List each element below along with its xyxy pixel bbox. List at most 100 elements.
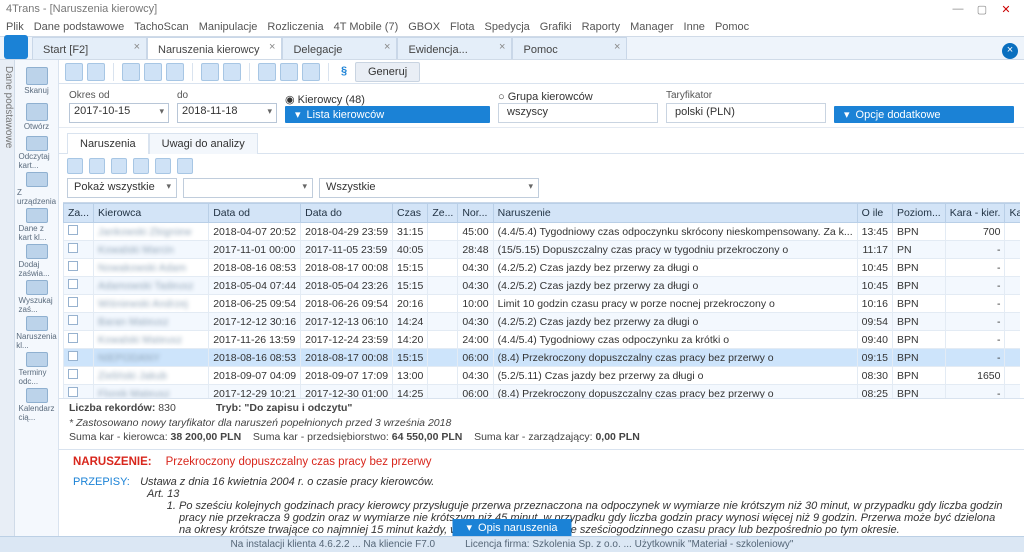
- date-from-input[interactable]: 2017-10-15: [69, 103, 169, 123]
- drivers-list-button[interactable]: ▾ Lista kierowców: [285, 106, 490, 123]
- tbl-tool-icon[interactable]: [111, 158, 127, 174]
- menu-dane podstawowe[interactable]: Dane podstawowe: [34, 21, 125, 33]
- sidebar-item[interactable]: Odczytaj kart...: [19, 136, 55, 170]
- table-row[interactable]: Wiśniewski Andrzej2018-06-25 09:542018-0…: [64, 295, 1021, 313]
- col-header[interactable]: Naruszenie: [493, 204, 857, 223]
- sidebar-item[interactable]: Terminy odc...: [19, 352, 55, 386]
- sidebar-item[interactable]: Otwórz: [19, 100, 55, 134]
- menu-plik[interactable]: Plik: [6, 21, 24, 33]
- taryfikator-select[interactable]: polski (PLN): [666, 103, 826, 123]
- tool-icon[interactable]: [201, 63, 219, 81]
- tool-icon[interactable]: [302, 63, 320, 81]
- doc-tab[interactable]: Delegacje: [282, 37, 397, 59]
- menu-manipulacje[interactable]: Manipulacje: [199, 21, 258, 33]
- doc-tab[interactable]: Naruszenia kierowcy: [147, 37, 282, 59]
- generate-button[interactable]: Generuj: [355, 62, 420, 82]
- table-row[interactable]: Zieliński Jakub2018-09-07 04:092018-09-0…: [64, 367, 1021, 385]
- table-row[interactable]: Baran Mateusz2017-12-12 30:162017-12-13 …: [64, 313, 1021, 331]
- filter-panel: Okres od 2017-10-15 do 2018-11-18 ◉ Kier…: [59, 84, 1024, 128]
- menu-rozliczenia[interactable]: Rozliczenia: [267, 21, 323, 33]
- table-row[interactable]: NIEPODANY2018-08-16 08:532018-08-17 00:0…: [64, 349, 1021, 367]
- menu-grafiki[interactable]: Grafiki: [540, 21, 572, 33]
- tbl-tool-icon[interactable]: [177, 158, 193, 174]
- col-header[interactable]: O ile: [857, 204, 892, 223]
- filter-violation-select[interactable]: Wszystkie: [319, 178, 539, 198]
- driver-groups-radio[interactable]: ○ Grupa kierowców: [498, 91, 593, 103]
- table-row[interactable]: Nowakowski Adam2018-08-16 08:532018-08-1…: [64, 259, 1021, 277]
- tool-icon[interactable]: [65, 63, 83, 81]
- taryfikator-label: Taryfikator: [666, 90, 826, 101]
- menu-flota[interactable]: Flota: [450, 21, 474, 33]
- col-header[interactable]: Czas: [393, 204, 428, 223]
- col-header[interactable]: Nor...: [458, 204, 493, 223]
- menu-pomoc[interactable]: Pomoc: [715, 21, 749, 33]
- tool-icon[interactable]: [87, 63, 105, 81]
- drivers-radio[interactable]: ◉ Kierowcy (48): [285, 93, 365, 106]
- tbl-tool-icon[interactable]: [89, 158, 105, 174]
- sidebar-item[interactable]: Wyszukaj zaś...: [19, 280, 55, 314]
- vertical-rail: Dane podstawowe: [0, 60, 15, 536]
- col-header[interactable]: Kara - przeds.: [1005, 204, 1020, 223]
- table-row[interactable]: Kowalski Marcin2017-11-01 00:002017-11-0…: [64, 241, 1021, 259]
- date-to-label: do: [177, 90, 277, 101]
- sidebar-item[interactable]: Dane z kart kl...: [19, 208, 55, 242]
- sidebar: SkanujOtwórzOdczytaj kart...Z urządzenia…: [15, 60, 59, 536]
- date-to-input[interactable]: 2018-11-18: [177, 103, 277, 123]
- table-row[interactable]: Kowalski Mateusz2017-11-26 13:592017-12-…: [64, 331, 1021, 349]
- doc-tab[interactable]: Start [F2]: [32, 37, 147, 59]
- tbl-tool-icon[interactable]: [67, 158, 83, 174]
- tool-icon[interactable]: [166, 63, 184, 81]
- menu-spedycja[interactable]: Spedycja: [485, 21, 530, 33]
- col-header[interactable]: Kierowca: [94, 204, 209, 223]
- violation-description-button[interactable]: ▾ Opis naruszenia: [452, 519, 571, 536]
- tbl-tool-icon[interactable]: [133, 158, 149, 174]
- menu-4t mobile (7)[interactable]: 4T Mobile (7): [334, 21, 399, 33]
- sidebar-item[interactable]: Z urządzenia: [19, 172, 55, 206]
- additional-options-button[interactable]: ▾ Opcje dodatkowe: [834, 106, 1014, 123]
- col-header[interactable]: Ze...: [428, 204, 458, 223]
- violations-grid[interactable]: Za...KierowcaData odData doCzasZe...Nor.…: [63, 202, 1020, 398]
- menu-gbox[interactable]: GBOX: [408, 21, 440, 33]
- app-icon: [4, 35, 28, 59]
- tool-icon[interactable]: [258, 63, 276, 81]
- sidebar-item[interactable]: Dodaj zaświa...: [19, 244, 55, 278]
- sidebar-item[interactable]: Naruszenia kl...: [19, 316, 55, 350]
- doc-tab[interactable]: Ewidencja...: [397, 37, 512, 59]
- tool-icon[interactable]: [223, 63, 241, 81]
- col-header[interactable]: Za...: [64, 204, 94, 223]
- col-header[interactable]: Data do: [301, 204, 393, 223]
- col-header[interactable]: Poziom...: [892, 204, 945, 223]
- filter-2-select[interactable]: [183, 178, 313, 198]
- table-row[interactable]: Jankowski Zbigniew2018-04-07 20:522018-0…: [64, 223, 1021, 241]
- document-tabs: Start [F2]Naruszenia kierowcyDelegacjeEw…: [0, 36, 1024, 60]
- maximize-button[interactable]: ▢: [970, 3, 994, 16]
- col-header[interactable]: Data od: [209, 204, 301, 223]
- footer-bar: Na instalacji klienta 4.6.2.2 ... Na kli…: [0, 536, 1024, 552]
- tbl-tool-icon[interactable]: [155, 158, 171, 174]
- paragraph-icon[interactable]: §: [337, 65, 351, 79]
- menu-manager[interactable]: Manager: [630, 21, 673, 33]
- driver-groups-select[interactable]: wszyscy: [498, 103, 658, 123]
- tool-icon[interactable]: [280, 63, 298, 81]
- table-toolbar: [59, 154, 1024, 178]
- window-title: 4Trans - [Naruszenia kierowcy]: [6, 3, 157, 15]
- menu-raporty[interactable]: Raporty: [582, 21, 621, 33]
- menu-inne[interactable]: Inne: [684, 21, 705, 33]
- doc-tab[interactable]: Pomoc: [512, 37, 627, 59]
- filter-show-select[interactable]: Pokaż wszystkie: [67, 178, 177, 198]
- subtab-violations[interactable]: Naruszenia: [67, 133, 149, 154]
- grid-status: Liczba rekordów: 830 Tryb: "Do zapisu i …: [59, 398, 1024, 449]
- subtab-analysis-notes[interactable]: Uwagi do analizy: [149, 133, 258, 154]
- close-all-tabs[interactable]: ×: [1002, 43, 1018, 59]
- table-row[interactable]: Florek Mateusz2017-12-29 10:212017-12-30…: [64, 385, 1021, 399]
- col-header[interactable]: Kara - kier.: [945, 204, 1005, 223]
- minimize-button[interactable]: —: [946, 3, 970, 15]
- menu-tachoscan[interactable]: TachoScan: [134, 21, 188, 33]
- tool-icon[interactable]: [122, 63, 140, 81]
- sidebar-item[interactable]: Kalendarz cią...: [19, 388, 55, 422]
- sidebar-item[interactable]: Skanuj: [19, 64, 55, 98]
- table-row[interactable]: Adamowski Tadeusz2018-05-04 07:442018-05…: [64, 277, 1021, 295]
- toolbar: § Generuj: [59, 60, 1024, 84]
- close-button[interactable]: ✕: [994, 3, 1018, 16]
- tool-icon[interactable]: [144, 63, 162, 81]
